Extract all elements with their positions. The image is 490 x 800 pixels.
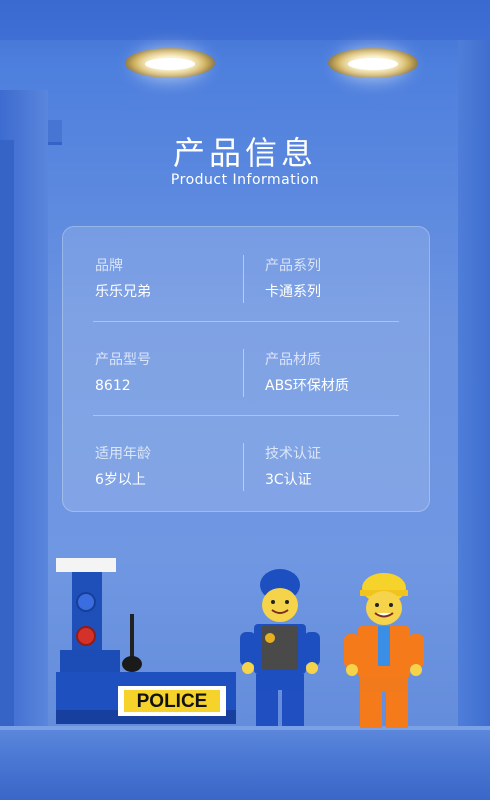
column-divider xyxy=(243,255,244,303)
ceiling-light-right xyxy=(328,48,418,78)
info-row: 品牌 乐乐兄弟 产品系列 卡通系列 xyxy=(63,227,429,317)
ceiling-bar xyxy=(0,0,490,40)
info-cell-brand: 品牌 乐乐兄弟 xyxy=(95,257,151,301)
column-divider xyxy=(243,443,244,491)
info-cell-series: 产品系列 卡通系列 xyxy=(265,257,321,301)
info-cell-age: 适用年龄 6岁以上 xyxy=(95,445,151,489)
info-label: 品牌 xyxy=(95,258,123,274)
info-value: 8612 xyxy=(95,378,131,394)
info-value: 6岁以上 xyxy=(95,472,146,488)
police-booth-illustration: POLICE xyxy=(56,558,236,724)
info-cell-material: 产品材质 ABS环保材质 xyxy=(265,351,349,395)
info-label: 产品材质 xyxy=(265,352,321,368)
worker-figure-illustration xyxy=(344,573,424,728)
info-label: 产品型号 xyxy=(95,352,151,368)
ceiling-light-left xyxy=(125,48,215,78)
page-subtitle: Product Information xyxy=(170,172,320,188)
shelf-floor xyxy=(0,730,490,800)
page-title: 产品信息 xyxy=(172,134,317,172)
info-label: 产品系列 xyxy=(265,258,321,274)
info-value: 卡通系列 xyxy=(265,284,321,300)
info-value: 乐乐兄弟 xyxy=(95,284,151,300)
product-info-panel: 品牌 乐乐兄弟 产品系列 卡通系列 产品型号 8612 产品材质 ABS环保材质… xyxy=(62,226,430,512)
column-divider xyxy=(243,349,244,397)
info-value: ABS环保材质 xyxy=(265,378,349,394)
info-cell-certification: 技术认证 3C认证 xyxy=(265,445,321,489)
toy-figures-illustration: POLICE xyxy=(56,558,424,728)
info-label: 技术认证 xyxy=(265,446,321,462)
info-label: 适用年龄 xyxy=(95,446,151,462)
info-cell-model: 产品型号 8612 xyxy=(95,351,151,395)
police-sign-text: POLICE xyxy=(137,691,208,712)
info-row: 产品型号 8612 产品材质 ABS环保材质 xyxy=(63,321,429,411)
info-row: 适用年龄 6岁以上 技术认证 3C认证 xyxy=(63,415,429,505)
info-value: 3C认证 xyxy=(265,472,312,488)
police-figure-illustration xyxy=(240,569,320,726)
